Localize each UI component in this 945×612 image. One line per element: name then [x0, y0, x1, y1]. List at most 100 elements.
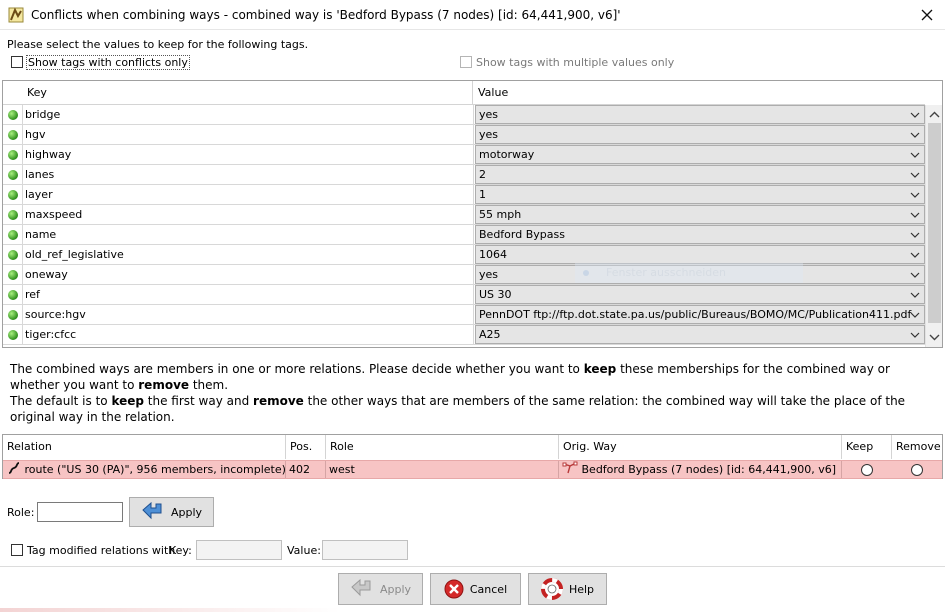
column-header-relation[interactable]: Relation: [3, 435, 286, 459]
chevron-down-icon[interactable]: [910, 267, 920, 283]
apply-button[interactable]: Apply: [338, 573, 423, 605]
column-header-key[interactable]: Key: [23, 81, 473, 105]
column-header-keep[interactable]: Keep: [842, 435, 892, 459]
chevron-down-icon[interactable]: [910, 247, 920, 263]
tag-key-cell[interactable]: source:hgv: [22, 305, 474, 324]
chevron-down-icon[interactable]: [910, 107, 920, 123]
relation-cell[interactable]: route ("US 30 (PA)", 956 members, incomp…: [3, 461, 286, 478]
chevron-down-icon[interactable]: [910, 167, 920, 183]
tag-value-combobox[interactable]: A25: [475, 325, 925, 344]
tag-row[interactable]: layer 1: [3, 185, 925, 205]
tags-table-body: bridge yes hgv yes highway motorway lanes 2 laye…: [3, 105, 925, 345]
role-cell[interactable]: west: [326, 461, 559, 478]
keep-radio[interactable]: [861, 464, 873, 476]
tag-value-text: yes: [479, 128, 499, 141]
chevron-down-icon[interactable]: [910, 327, 920, 343]
scroll-down-icon[interactable]: [929, 331, 940, 343]
tag-key-cell[interactable]: tiger:cfcc: [22, 325, 474, 344]
tag-key-cell[interactable]: ref: [22, 285, 474, 304]
column-header-orig-way[interactable]: Orig. Way: [559, 435, 842, 459]
tag-value-combobox[interactable]: US 30: [475, 285, 925, 304]
chevron-down-icon[interactable]: [910, 227, 920, 243]
tag-modified-relations-checkbox[interactable]: [11, 544, 23, 556]
column-header-remove[interactable]: Remove: [892, 435, 942, 459]
tag-row[interactable]: highway motorway: [3, 145, 925, 165]
pos-cell[interactable]: 402: [286, 461, 326, 478]
tag-key-cell[interactable]: name: [22, 225, 474, 244]
tag-value-text: yes: [479, 268, 499, 281]
josm-app-icon: [8, 7, 24, 23]
route-relation-icon: [8, 462, 20, 474]
relations-info-paragraph-1: The combined ways are members in one or …: [10, 362, 890, 392]
show-conflicts-only-checkbox[interactable]: [11, 56, 23, 68]
apply-role-button[interactable]: Apply: [129, 497, 214, 527]
show-multiple-values-only-checkbox: [460, 56, 472, 68]
chevron-down-icon[interactable]: [910, 307, 920, 323]
tag-value-combobox[interactable]: 55 mph: [475, 205, 925, 224]
tag-value-text: 1: [479, 188, 486, 201]
tag-value-combobox[interactable]: motorway: [475, 145, 925, 164]
tag-status-icon: [8, 130, 18, 140]
tag-value-combobox[interactable]: yes: [475, 125, 925, 144]
tag-key-cell[interactable]: bridge: [22, 105, 474, 124]
tags-table-scrollbar[interactable]: [925, 105, 942, 347]
orig-way-cell[interactable]: Bedford Bypass (7 nodes) [id: 64,441,900…: [559, 461, 842, 478]
ghost-tooltip: Fenster ausschneiden: [575, 263, 803, 283]
relations-table: Relation Pos. Role Orig. Way Keep Remove…: [2, 434, 943, 479]
tag-key-cell[interactable]: highway: [22, 145, 474, 164]
tag-status-icon: [8, 190, 18, 200]
tag-row[interactable]: old_ref_legislative 1064: [3, 245, 925, 265]
tag-key-cell[interactable]: lanes: [22, 165, 474, 184]
tag-key-cell[interactable]: hgv: [22, 125, 474, 144]
tag-key-cell[interactable]: oneway: [22, 265, 474, 284]
tag-status-icon: [8, 110, 18, 120]
footer-divider: [0, 566, 945, 567]
scrollbar-thumb[interactable]: [928, 123, 941, 323]
tag-value-combobox[interactable]: yes: [475, 105, 925, 124]
show-conflicts-only-label[interactable]: Show tags with conflicts only: [26, 55, 190, 70]
tags-table: Key Value bridge yes hgv yes highway motorway…: [2, 80, 943, 348]
apply-arrow-icon: [351, 579, 371, 597]
tag-value-combobox[interactable]: 2: [475, 165, 925, 184]
tag-key-cell[interactable]: layer: [22, 185, 474, 204]
chevron-down-icon[interactable]: [910, 207, 920, 223]
tooltip-dot-icon: [583, 270, 589, 276]
tag-modified-relations-label[interactable]: Tag modified relations with: [27, 544, 175, 557]
chevron-down-icon[interactable]: [910, 147, 920, 163]
tag-row[interactable]: hgv yes: [3, 125, 925, 145]
remove-radio[interactable]: [911, 464, 923, 476]
tag-row[interactable]: ref US 30: [3, 285, 925, 305]
tag-row[interactable]: bridge yes: [3, 105, 925, 125]
tag-value-text: US 30: [479, 288, 512, 301]
help-button[interactable]: Help: [528, 573, 607, 605]
tag-value-combobox[interactable]: PennDOT ftp://ftp.dot.state.pa.us/public…: [475, 305, 925, 324]
tag-row[interactable]: tiger:cfcc A25: [3, 325, 925, 345]
column-header-value[interactable]: Value: [474, 81, 925, 105]
tag-status-icon: [8, 310, 18, 320]
scroll-up-icon[interactable]: [929, 109, 940, 121]
relation-row[interactable]: route ("US 30 (PA)", 956 members, incomp…: [3, 460, 942, 479]
tag-value-text: A25: [479, 328, 501, 341]
tag-value-combobox[interactable]: 1064: [475, 245, 925, 264]
role-input[interactable]: [37, 502, 123, 522]
tag-value-combobox[interactable]: 1: [475, 185, 925, 204]
relations-info-text: The combined ways are members in one or …: [10, 361, 935, 425]
column-header-pos[interactable]: Pos.: [286, 435, 326, 459]
column-header-role[interactable]: Role: [326, 435, 559, 459]
tag-value-combobox[interactable]: Bedford Bypass: [475, 225, 925, 244]
close-icon[interactable]: [921, 9, 933, 21]
tag-key-cell[interactable]: maxspeed: [22, 205, 474, 224]
close-button[interactable]: [912, 3, 942, 27]
tag-row[interactable]: maxspeed 55 mph: [3, 205, 925, 225]
tag-key-input[interactable]: [196, 540, 282, 560]
tag-key-cell[interactable]: old_ref_legislative: [22, 245, 474, 264]
chevron-down-icon[interactable]: [910, 127, 920, 143]
cancel-button[interactable]: Cancel: [430, 573, 521, 605]
tag-value-input[interactable]: [322, 540, 408, 560]
tag-row[interactable]: name Bedford Bypass: [3, 225, 925, 245]
chevron-down-icon[interactable]: [910, 287, 920, 303]
tag-row[interactable]: lanes 2: [3, 165, 925, 185]
tag-row[interactable]: source:hgv PennDOT ftp://ftp.dot.state.pa…: [3, 305, 925, 325]
cancel-icon: [444, 579, 464, 599]
chevron-down-icon[interactable]: [910, 187, 920, 203]
